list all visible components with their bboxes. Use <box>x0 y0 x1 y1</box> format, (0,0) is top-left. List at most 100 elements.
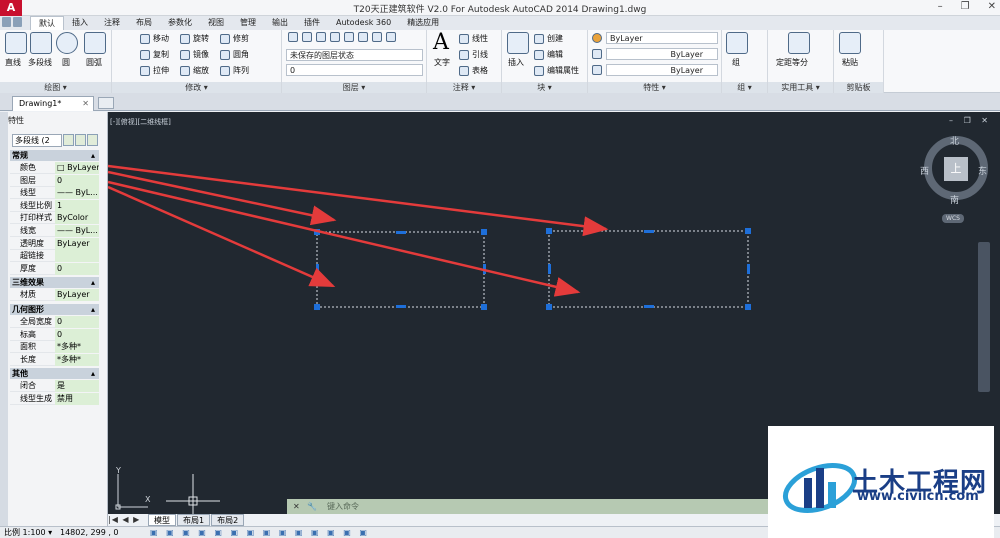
property-value[interactable]: 0 <box>55 328 99 341</box>
tab-parametric[interactable]: 参数化 <box>160 16 200 30</box>
group-icon[interactable] <box>726 32 748 54</box>
draw-group-label[interactable]: 绘图 ▾ <box>0 82 111 93</box>
collapse-icon[interactable]: ▴ <box>91 150 95 161</box>
circle-button[interactable]: 圆 <box>62 57 70 68</box>
property-value[interactable]: 0 <box>55 316 99 328</box>
lineweight-dropdown[interactable]: ByLayer <box>606 64 718 76</box>
quick-select-icon[interactable] <box>87 134 98 146</box>
layer-state-icon[interactable] <box>302 32 312 42</box>
command-line[interactable]: ✕ 🔧 键入命令 <box>287 499 770 514</box>
layer-properties-icon[interactable] <box>288 32 298 42</box>
tab-view[interactable]: 视图 <box>200 16 232 30</box>
palette-title-strip[interactable] <box>0 112 8 526</box>
viewcube-top-face[interactable]: 上 <box>944 157 968 181</box>
property-value[interactable]: ByLayer <box>55 289 99 302</box>
props-section-header[interactable]: 常规 ▴ <box>10 150 99 161</box>
close-command-icon[interactable]: ✕ <box>293 499 300 514</box>
line-icon[interactable] <box>5 32 27 54</box>
properties-group-label[interactable]: 特性 ▾ <box>588 82 721 93</box>
tab-default[interactable]: 默认 <box>30 16 64 30</box>
create-button[interactable]: 创建 <box>547 33 563 44</box>
toggle-pickadd-icon[interactable] <box>63 134 74 146</box>
restore-button[interactable]: ❐ <box>961 1 970 12</box>
property-value[interactable]: 1 <box>55 199 99 212</box>
stretch-button[interactable]: 拉伸 <box>153 65 169 76</box>
customize-command-icon[interactable]: 🔧 <box>307 499 317 514</box>
tab-plugins[interactable]: 插件 <box>296 16 328 30</box>
property-value[interactable]: 0 <box>55 262 99 275</box>
grip-point[interactable] <box>481 229 487 235</box>
arc-button[interactable]: 圆弧 <box>86 57 102 68</box>
insert-block-icon[interactable] <box>507 32 529 54</box>
grip-midpoint[interactable] <box>316 264 319 274</box>
collapse-icon[interactable]: ▴ <box>91 277 95 288</box>
grip-point[interactable] <box>314 304 320 310</box>
navigation-bar[interactable] <box>978 242 990 392</box>
tab-drawing1[interactable]: Drawing1* ✕ <box>12 96 94 111</box>
save-icon[interactable] <box>2 17 11 27</box>
linetype-dropdown[interactable]: ByLayer <box>606 48 718 60</box>
grip-midpoint[interactable] <box>396 305 406 308</box>
drafting-toggles[interactable]: ▣ ▣ ▣ ▣ ▣ ▣ ▣ ▣ ▣ ▣ ▣ ▣ ▣ ▣ <box>150 527 370 538</box>
layers-group-label[interactable]: 图层 ▾ <box>282 82 426 93</box>
collapse-icon[interactable]: ▴ <box>91 368 95 379</box>
groups-group-label[interactable]: 组 ▾ <box>722 82 767 93</box>
array-button[interactable]: 阵列 <box>233 65 249 76</box>
rotate-button[interactable]: 旋转 <box>193 33 209 44</box>
collapse-icon[interactable]: ▴ <box>91 304 95 315</box>
line-button[interactable]: 直线 <box>5 57 21 68</box>
layer-lock-icon[interactable] <box>358 32 368 42</box>
current-layer-dropdown[interactable]: 0 <box>286 64 423 76</box>
tab-model[interactable]: 模型 <box>148 514 176 526</box>
compass-west[interactable]: 西 <box>920 164 929 177</box>
leader-button[interactable]: 引线 <box>472 49 488 60</box>
color-dropdown[interactable]: ByLayer <box>606 32 718 44</box>
insert-button[interactable]: 插入 <box>508 57 524 68</box>
layer-walk-icon[interactable] <box>386 32 396 42</box>
utilities-group-label[interactable]: 实用工具 ▾ <box>768 82 833 93</box>
object-type-select[interactable]: 多段线 (2 <box>12 134 62 147</box>
props-section-header[interactable]: 三维效果 ▴ <box>10 277 99 289</box>
grip-midpoint[interactable] <box>644 305 654 308</box>
property-value[interactable]: 禁用 <box>55 393 99 405</box>
tab-featured-apps[interactable]: 精选应用 <box>399 16 447 30</box>
compass-south[interactable]: 南 <box>950 193 959 206</box>
property-value[interactable]: —— ByL... <box>55 225 99 237</box>
grip-point[interactable] <box>745 228 751 234</box>
property-value[interactable]: *多种* <box>55 341 99 354</box>
grip-midpoint[interactable] <box>644 230 654 233</box>
layer-match-icon[interactable] <box>372 32 382 42</box>
linear-button[interactable]: 线性 <box>472 33 488 44</box>
scale-button[interactable]: 缩放 <box>193 65 209 76</box>
text-button[interactable]: 文字 <box>434 57 450 68</box>
polyline-icon[interactable] <box>30 32 52 54</box>
tab-insert[interactable]: 插入 <box>64 16 96 30</box>
layer-freeze-icon[interactable] <box>344 32 354 42</box>
tab-manage[interactable]: 管理 <box>232 16 264 30</box>
props-section-header[interactable]: 其他 ▴ <box>10 368 99 380</box>
property-value[interactable]: *多种* <box>55 353 99 366</box>
mirror-button[interactable]: 镜像 <box>193 49 209 60</box>
copy-button[interactable]: 复制 <box>153 49 169 60</box>
edit-button[interactable]: 编辑 <box>547 49 563 60</box>
close-button[interactable]: ✕ <box>988 1 996 12</box>
layer-iso-icon[interactable] <box>316 32 326 42</box>
grip-point[interactable] <box>546 228 552 234</box>
autocad-logo-icon[interactable]: A <box>0 0 22 16</box>
modify-group-label[interactable]: 修改 ▾ <box>112 82 281 93</box>
tab-layout1[interactable]: 布局1 <box>177 514 211 526</box>
edit-attributes-button[interactable]: 编辑属性 <box>547 65 579 76</box>
command-input[interactable]: 键入命令 <box>327 499 359 514</box>
polyline-button[interactable]: 多段线 <box>28 57 52 68</box>
tab-layout[interactable]: 布局 <box>128 16 160 30</box>
grip-point[interactable] <box>481 304 487 310</box>
property-value[interactable]: 是 <box>55 380 99 393</box>
wcs-menu[interactable]: WCS <box>942 214 964 223</box>
match-properties-icon[interactable] <box>592 33 602 43</box>
paste-icon[interactable] <box>839 32 861 54</box>
measure-icon[interactable] <box>788 32 810 54</box>
select-objects-icon[interactable] <box>75 134 86 146</box>
props-section-header[interactable]: 几何图形 ▴ <box>10 304 99 315</box>
block-group-label[interactable]: 块 ▾ <box>502 82 587 93</box>
tab-layout2[interactable]: 布局2 <box>211 514 245 526</box>
